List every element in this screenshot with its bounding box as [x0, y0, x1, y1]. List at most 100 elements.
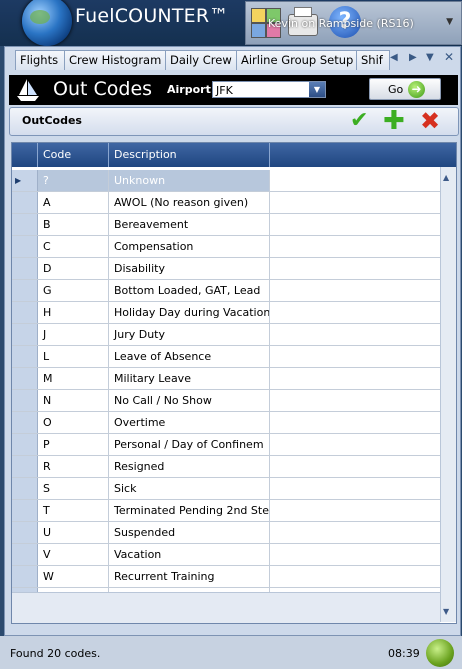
tab-shift[interactable]: Shif: [356, 50, 390, 70]
chevron-down-icon[interactable]: ▼: [309, 82, 325, 97]
cell-description[interactable]: Suspended: [109, 522, 270, 543]
table-row[interactable]: V Vacation: [12, 544, 440, 566]
row-selector[interactable]: [12, 236, 38, 257]
row-selector[interactable]: [12, 368, 38, 389]
cell-description[interactable]: Personal / Day of Confinem: [109, 434, 270, 455]
row-selector[interactable]: [12, 412, 38, 433]
table-row[interactable]: L Leave of Absence: [12, 346, 440, 368]
user-label[interactable]: Kevin on Rampside (RS16): [268, 17, 414, 30]
cell-description[interactable]: AWOL (No reason given): [109, 192, 270, 213]
cell-description[interactable]: Recurrent Training: [109, 566, 270, 587]
row-selector[interactable]: [12, 566, 38, 587]
tab-daily-crew[interactable]: Daily Crew: [165, 50, 241, 70]
table-row[interactable]: U Suspended: [12, 522, 440, 544]
cell-code[interactable]: ?: [38, 170, 109, 191]
cell-description[interactable]: Unknown: [109, 170, 270, 191]
table-row[interactable]: ▶? Unknown: [12, 170, 440, 192]
airport-select[interactable]: JFK ▼: [212, 81, 326, 98]
cell-code[interactable]: A: [38, 192, 109, 213]
row-selector[interactable]: [12, 522, 38, 543]
row-selector[interactable]: [12, 390, 38, 411]
scroll-up-icon[interactable]: ▲: [443, 173, 449, 182]
scroll-down-icon[interactable]: ▼: [443, 607, 449, 616]
cell-code[interactable]: D: [38, 258, 109, 279]
tab-crew-histogram[interactable]: Crew Histogram: [64, 50, 170, 70]
row-selector[interactable]: [12, 258, 38, 279]
tab-prev-icon[interactable]: ◀: [390, 52, 398, 63]
cell-description[interactable]: Jury Duty: [109, 324, 270, 345]
cell-code[interactable]: O: [38, 412, 109, 433]
table-row[interactable]: T Terminated Pending 2nd Step: [12, 500, 440, 522]
row-selector[interactable]: [12, 324, 38, 345]
table-row[interactable]: J Jury Duty: [12, 324, 440, 346]
cell-description[interactable]: Compensation: [109, 236, 270, 257]
table-row[interactable]: M Military Leave: [12, 368, 440, 390]
column-header-description[interactable]: Description: [109, 143, 270, 167]
cell-description[interactable]: Leave of Absence: [109, 346, 270, 367]
cell-description[interactable]: Military Leave: [109, 368, 270, 389]
cell-description[interactable]: Resigned: [109, 456, 270, 477]
row-selector[interactable]: [12, 544, 38, 565]
table-row[interactable]: A AWOL (No reason given): [12, 192, 440, 214]
cell-code[interactable]: C: [38, 236, 109, 257]
cell-description[interactable]: Terminated Pending 2nd Step: [109, 500, 270, 521]
vertical-scrollbar[interactable]: ▲ ▼: [440, 167, 456, 622]
go-button[interactable]: Go ➜: [369, 78, 441, 100]
table-row[interactable]: R Resigned: [12, 456, 440, 478]
cell-code[interactable]: S: [38, 478, 109, 499]
column-header-code[interactable]: Code: [38, 143, 109, 167]
cell-description[interactable]: No Call / No Show: [109, 390, 270, 411]
row-selector[interactable]: [12, 280, 38, 301]
cell-code[interactable]: G: [38, 280, 109, 301]
cell-code[interactable]: P: [38, 434, 109, 455]
cell-description[interactable]: Overtime: [109, 412, 270, 433]
tab-flights[interactable]: Flights: [15, 50, 68, 70]
table-row[interactable]: C Compensation: [12, 236, 440, 258]
row-selector[interactable]: [12, 192, 38, 213]
cell-code[interactable]: J: [38, 324, 109, 345]
cell-description[interactable]: Bottom Loaded, GAT, Lead: [109, 280, 270, 301]
table-row[interactable]: H Holiday Day during Vacation: [12, 302, 440, 324]
cell-code[interactable]: R: [38, 456, 109, 477]
cell-code[interactable]: T: [38, 500, 109, 521]
table-row[interactable]: W Recurrent Training: [12, 566, 440, 588]
check-icon[interactable]: ✔: [350, 109, 368, 133]
delete-icon[interactable]: ✖: [420, 109, 440, 133]
user-panel[interactable]: ? Kevin on Rampside (RS16) ▼: [245, 1, 462, 45]
cell-description[interactable]: Disability: [109, 258, 270, 279]
grid-header: Code Description: [12, 143, 456, 167]
chevron-down-icon[interactable]: ▼: [446, 17, 453, 27]
row-selector[interactable]: [12, 346, 38, 367]
cell-code[interactable]: N: [38, 390, 109, 411]
cell-code[interactable]: B: [38, 214, 109, 235]
cell-description[interactable]: Bereavement: [109, 214, 270, 235]
cell-code[interactable]: L: [38, 346, 109, 367]
table-row[interactable]: S Sick: [12, 478, 440, 500]
close-tab-icon[interactable]: ✕: [444, 50, 454, 64]
row-selector[interactable]: [12, 478, 38, 499]
table-row[interactable]: N No Call / No Show: [12, 390, 440, 412]
row-selector[interactable]: [12, 456, 38, 477]
row-selector-icon[interactable]: ▶: [12, 170, 38, 191]
cell-description[interactable]: Holiday Day during Vacation: [109, 302, 270, 323]
cell-code[interactable]: W: [38, 566, 109, 587]
row-selector[interactable]: [12, 500, 38, 521]
cell-code[interactable]: H: [38, 302, 109, 323]
cell-code[interactable]: U: [38, 522, 109, 543]
table-row[interactable]: D Disability: [12, 258, 440, 280]
row-selector[interactable]: [12, 214, 38, 235]
add-icon[interactable]: ✚: [383, 108, 405, 134]
table-row[interactable]: O Overtime: [12, 412, 440, 434]
table-row[interactable]: G Bottom Loaded, GAT, Lead: [12, 280, 440, 302]
tab-list-icon[interactable]: ▼: [426, 52, 434, 63]
cell-description[interactable]: Vacation: [109, 544, 270, 565]
row-selector[interactable]: [12, 434, 38, 455]
cell-code[interactable]: M: [38, 368, 109, 389]
row-selector[interactable]: [12, 302, 38, 323]
table-row[interactable]: B Bereavement: [12, 214, 440, 236]
table-row[interactable]: P Personal / Day of Confinem: [12, 434, 440, 456]
tab-next-icon[interactable]: ▶: [409, 52, 417, 63]
cell-code[interactable]: V: [38, 544, 109, 565]
cell-description[interactable]: Sick: [109, 478, 270, 499]
tab-airline-group-setup[interactable]: Airline Group Setup: [236, 50, 361, 70]
